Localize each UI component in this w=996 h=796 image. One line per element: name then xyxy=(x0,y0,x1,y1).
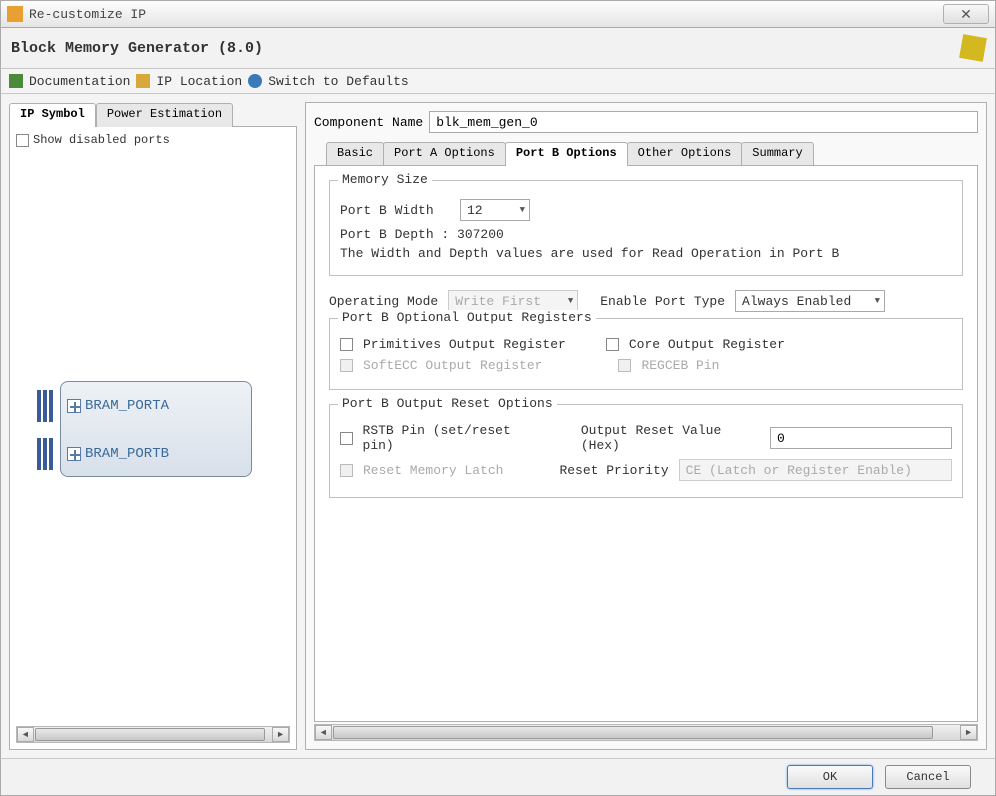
port-b-width-combo[interactable]: 12 ▼ xyxy=(460,199,530,221)
switch-defaults-link[interactable]: Switch to Defaults xyxy=(268,74,408,89)
memory-size-legend: Memory Size xyxy=(338,172,432,187)
documentation-icon xyxy=(9,74,23,88)
ip-block: BRAM_PORTA BRAM_PORTB xyxy=(60,381,252,477)
memory-size-note: The Width and Depth values are used for … xyxy=(340,246,952,261)
title-bar: Re-customize IP ✕ xyxy=(0,0,996,28)
enable-port-type-value: Always Enabled xyxy=(742,294,851,309)
operating-mode-value: Write First xyxy=(455,294,541,309)
port-a-label: BRAM_PORTA xyxy=(85,398,169,414)
optional-registers-legend: Port B Optional Output Registers xyxy=(338,310,596,325)
enable-port-type-label: Enable Port Type xyxy=(600,294,725,309)
show-disabled-ports-row: Show disabled ports xyxy=(16,133,290,147)
expand-port-b-icon[interactable] xyxy=(67,447,81,461)
bottom-bar: OK Cancel xyxy=(0,758,996,796)
vivado-logo-icon xyxy=(959,34,987,62)
toolbar: Documentation IP Location Switch to Defa… xyxy=(0,68,996,94)
operating-row: Operating Mode Write First ▼ Enable Port… xyxy=(329,290,963,312)
app-icon xyxy=(7,6,23,22)
show-disabled-ports-checkbox[interactable] xyxy=(16,134,29,147)
ip-diagram[interactable]: BRAM_PORTA BRAM_PORTB xyxy=(16,151,290,724)
port-a-row[interactable]: BRAM_PORTA xyxy=(61,382,251,430)
tab-port-b[interactable]: Port B Options xyxy=(505,142,628,166)
core-output-label: Core Output Register xyxy=(629,337,785,352)
reset-memory-latch-label: Reset Memory Latch xyxy=(363,463,503,478)
reset-priority-label: Reset Priority xyxy=(559,463,668,478)
scroll-right-button[interactable]: ► xyxy=(960,725,977,740)
port-b-width-label: Port B Width xyxy=(340,203,450,218)
tab-summary[interactable]: Summary xyxy=(741,142,813,166)
reset-memory-latch-checkbox xyxy=(340,464,353,477)
left-tabs: IP Symbol Power Estimation xyxy=(9,102,297,126)
show-disabled-ports-label: Show disabled ports xyxy=(33,133,170,147)
left-h-scrollbar[interactable]: ◄ ► xyxy=(16,726,290,743)
scrollbar-thumb[interactable] xyxy=(333,726,933,739)
ip-location-link[interactable]: IP Location xyxy=(156,74,242,89)
switch-icon xyxy=(248,74,262,88)
generator-title: Block Memory Generator (8.0) xyxy=(11,40,263,57)
right-panel: Component Name Basic Port A Options Port… xyxy=(305,102,987,750)
port-b-width-value: 12 xyxy=(467,203,483,218)
component-name-row: Component Name xyxy=(314,111,978,133)
enable-port-type-combo[interactable]: Always Enabled ▼ xyxy=(735,290,885,312)
primitives-output-label: Primitives Output Register xyxy=(363,337,566,352)
window-title: Re-customize IP xyxy=(29,7,943,22)
operating-mode-combo: Write First ▼ xyxy=(448,290,578,312)
port-b-row[interactable]: BRAM_PORTB xyxy=(61,430,251,478)
primitives-output-checkbox[interactable] xyxy=(340,338,353,351)
output-reset-value-label: Output Reset Value (Hex) xyxy=(581,423,760,453)
reset-options-group: Port B Output Reset Options RSTB Pin (se… xyxy=(329,404,963,498)
port-a-bus-icon xyxy=(37,390,55,422)
close-button[interactable]: ✕ xyxy=(943,4,989,24)
optional-registers-group: Port B Optional Output Registers Primiti… xyxy=(329,318,963,390)
regceb-pin-label: REGCEB Pin xyxy=(641,358,719,373)
scroll-left-button[interactable]: ◄ xyxy=(315,725,332,740)
chevron-down-icon: ▼ xyxy=(875,296,880,306)
scrollbar-thumb[interactable] xyxy=(35,728,265,741)
port-b-label: BRAM_PORTB xyxy=(85,446,169,462)
tab-basic[interactable]: Basic xyxy=(326,142,384,166)
ok-button[interactable]: OK xyxy=(787,765,873,789)
left-body: Show disabled ports BRAM_PORTA BRAM_PORT… xyxy=(9,126,297,750)
right-h-scrollbar[interactable]: ◄ ► xyxy=(314,724,978,741)
config-tabs: Basic Port A Options Port B Options Othe… xyxy=(314,141,978,165)
tab-port-a[interactable]: Port A Options xyxy=(383,142,506,166)
operating-mode-label: Operating Mode xyxy=(329,294,438,309)
rstb-pin-checkbox[interactable] xyxy=(340,432,353,445)
folder-icon xyxy=(136,74,150,88)
main-area: IP Symbol Power Estimation Show disabled… xyxy=(0,94,996,758)
chevron-down-icon: ▼ xyxy=(568,296,573,306)
component-name-label: Component Name xyxy=(314,115,423,130)
header-bar: Block Memory Generator (8.0) xyxy=(0,28,996,68)
softecc-output-checkbox xyxy=(340,359,353,372)
cancel-button[interactable]: Cancel xyxy=(885,765,971,789)
core-output-checkbox[interactable] xyxy=(606,338,619,351)
tab-ip-symbol[interactable]: IP Symbol xyxy=(9,103,96,127)
reset-options-legend: Port B Output Reset Options xyxy=(338,396,557,411)
tab-other[interactable]: Other Options xyxy=(627,142,743,166)
component-name-input[interactable] xyxy=(429,111,978,133)
port-b-bus-icon xyxy=(37,438,55,470)
reset-priority-value: CE (Latch or Register Enable) xyxy=(686,463,912,478)
chevron-down-icon: ▼ xyxy=(520,205,525,215)
reset-priority-combo: CE (Latch or Register Enable) xyxy=(679,459,952,481)
rstb-pin-label: RSTB Pin (set/reset pin) xyxy=(363,423,542,453)
tab-body: Memory Size Port B Width 12 ▼ Port B Dep… xyxy=(314,165,978,722)
memory-size-group: Memory Size Port B Width 12 ▼ Port B Dep… xyxy=(329,180,963,276)
tab-power-estimation[interactable]: Power Estimation xyxy=(96,103,233,127)
scroll-right-button[interactable]: ► xyxy=(272,727,289,742)
regceb-pin-checkbox xyxy=(618,359,631,372)
scroll-left-button[interactable]: ◄ xyxy=(17,727,34,742)
documentation-link[interactable]: Documentation xyxy=(29,74,130,89)
output-reset-value-input[interactable] xyxy=(770,427,952,449)
softecc-output-label: SoftECC Output Register xyxy=(363,358,542,373)
port-b-depth-text: Port B Depth : 307200 xyxy=(340,227,952,242)
expand-port-a-icon[interactable] xyxy=(67,399,81,413)
left-panel: IP Symbol Power Estimation Show disabled… xyxy=(9,102,297,750)
